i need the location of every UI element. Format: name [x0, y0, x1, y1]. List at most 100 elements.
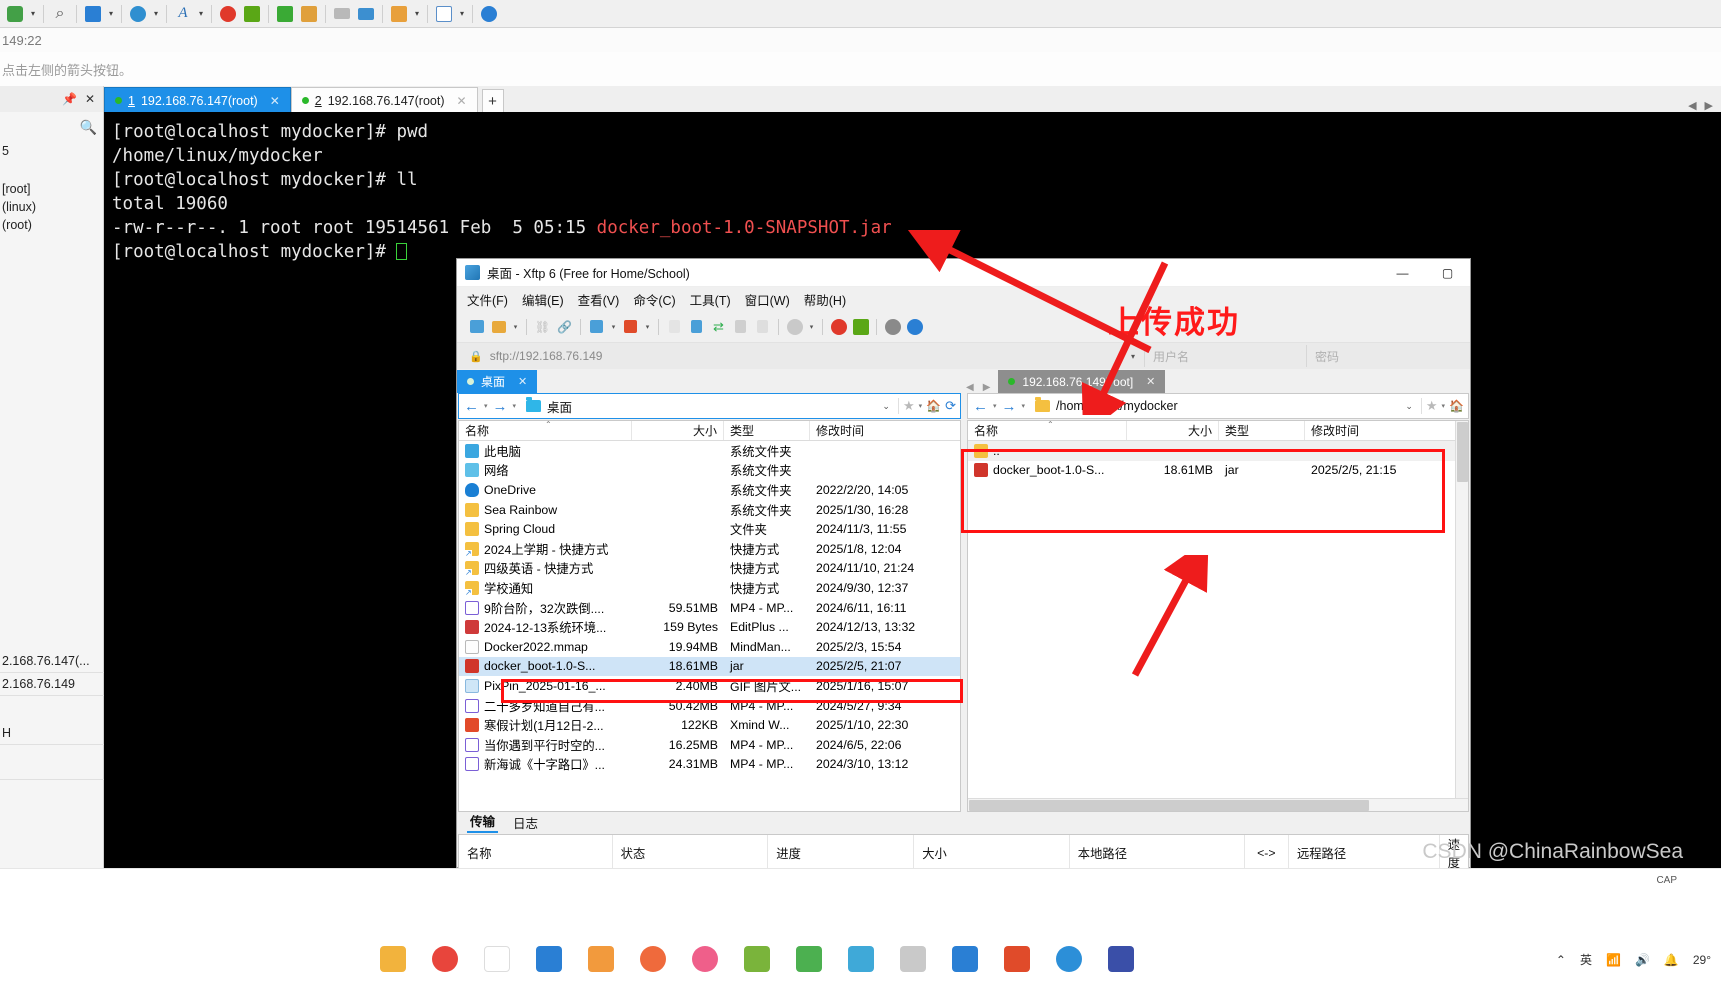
chevron-down-icon[interactable]: ⌄: [882, 401, 894, 412]
split-layout-icon[interactable]: [82, 3, 104, 25]
forward-arrow-icon[interactable]: →: [492, 398, 509, 415]
remote-vertical-scrollbar[interactable]: [1455, 421, 1468, 798]
keyboard-icon[interactable]: [331, 3, 353, 25]
local-tab-desktop[interactable]: 桌面 ✕: [457, 370, 538, 393]
qq-icon[interactable]: [640, 946, 666, 972]
typora-icon[interactable]: [484, 946, 510, 972]
table-row[interactable]: Spring Cloud 文件夹 2024/11/3, 11:55: [459, 519, 960, 539]
speaker-icon[interactable]: 🔊: [1635, 953, 1650, 967]
table-row[interactable]: 网络 系统文件夹: [459, 461, 960, 481]
remote-horizontal-scrollbar[interactable]: [968, 798, 1468, 811]
spiral-icon[interactable]: [829, 317, 848, 336]
caret-down-icon[interactable]: ▾: [807, 323, 816, 331]
table-row[interactable]: 二十多岁知道自己有... 50.42MB MP4 - MP... 2024/5/27,…: [459, 696, 960, 716]
spiral-icon[interactable]: [217, 3, 239, 25]
terminal-tab-2[interactable]: 2 192.168.76.147(root) ✕: [290, 87, 478, 113]
search-icon[interactable]: 🔍: [80, 119, 97, 136]
font-icon[interactable]: A: [172, 3, 194, 25]
photos-icon[interactable]: [588, 946, 614, 972]
scroll-left-icon[interactable]: ◀: [1688, 99, 1696, 112]
circle-icon[interactable]: [785, 317, 804, 336]
caret-down-icon[interactable]: ▾: [484, 402, 488, 410]
new-window-icon[interactable]: [388, 3, 410, 25]
sidebar-item-3[interactable]: (root): [2, 216, 103, 234]
column-name[interactable]: 名称 ⌃: [459, 420, 632, 440]
menu-command[interactable]: 命令(C): [633, 290, 675, 309]
table-row[interactable]: 新海诚《十字路口》... 24.31MB MP4 - MP... 2024/3/10,…: [459, 755, 960, 775]
new-tab-button[interactable]: +: [481, 89, 504, 113]
sftp-url-input[interactable]: 🔒 sftp://192.168.76.149: [461, 345, 1122, 367]
caret-down-icon[interactable]: ▾: [643, 323, 652, 331]
favorite-star-icon[interactable]: ★: [1426, 398, 1438, 414]
edge-icon[interactable]: [1056, 946, 1082, 972]
wechat-icon[interactable]: [796, 946, 822, 972]
transfer-column-name[interactable]: 名称: [459, 835, 613, 871]
tab-transfer[interactable]: 传输: [467, 811, 499, 833]
pen-icon[interactable]: [355, 3, 377, 25]
local-path-input[interactable]: 桌面: [520, 397, 878, 416]
pin-icon[interactable]: 📌: [62, 92, 77, 106]
green-app-icon[interactable]: [851, 317, 870, 336]
column-size[interactable]: 大小: [1127, 421, 1219, 440]
table-row[interactable]: 9阶台阶，32次跌倒.... 59.51MB MP4 - MP... 2024/6/1…: [459, 598, 960, 618]
help-icon[interactable]: [905, 317, 924, 336]
caret-down-icon[interactable]: ▾: [609, 323, 618, 331]
caret-down-icon[interactable]: ▾: [28, 9, 38, 18]
table-row[interactable]: OneDrive 系统文件夹 2022/2/20, 14:05: [459, 480, 960, 500]
transfer-column-direction[interactable]: <->: [1245, 835, 1289, 871]
forward-arrow-icon[interactable]: →: [1001, 398, 1018, 415]
column-type[interactable]: 类型: [1219, 421, 1305, 440]
xftp-title-bar[interactable]: 桌面 - Xftp 6 (Free for Home/School) — ▢: [457, 259, 1470, 287]
remote-tab-scroll[interactable]: ◀ ▶: [966, 382, 990, 393]
chevron-down-icon[interactable]: ▾: [1124, 345, 1142, 367]
menu-tools[interactable]: 工具(T): [690, 290, 731, 309]
table-row[interactable]: 当你遇到平行时空的... 16.25MB MP4 - MP... 2024/6/5, …: [459, 735, 960, 755]
menu-file[interactable]: 文件(F): [467, 290, 508, 309]
table-row[interactable]: 寒假计划(1月12日-2... 122KB Xmind W... 2025/1/10,…: [459, 715, 960, 735]
bilibili-icon[interactable]: [692, 946, 718, 972]
sidebar-search[interactable]: 🔍: [0, 112, 103, 142]
column-name[interactable]: 名称 ⌃: [968, 420, 1127, 440]
close-icon[interactable]: ✕: [270, 94, 280, 108]
table-row[interactable]: PixPin_2025-01-16_... 2.40MB GIF 图片文... 202…: [459, 676, 960, 696]
home-folder-icon[interactable]: 🏠: [926, 399, 941, 413]
tray-expand-icon[interactable]: ⌃: [1556, 953, 1566, 967]
caret-down-icon[interactable]: ▾: [513, 402, 517, 410]
caret-down-icon[interactable]: ▾: [919, 402, 923, 410]
green-app-icon[interactable]: [241, 3, 263, 25]
disconnect-icon[interactable]: ⛓: [533, 317, 552, 336]
fullscreen-icon[interactable]: [274, 3, 296, 25]
menu-window[interactable]: 窗口(W): [745, 290, 790, 309]
caret-down-icon[interactable]: ▾: [1442, 402, 1446, 410]
sidebar-item-2[interactable]: (linux): [2, 198, 103, 216]
copy-icon[interactable]: [731, 317, 750, 336]
menu-view[interactable]: 查看(V): [578, 290, 620, 309]
caret-down-icon[interactable]: ▾: [993, 402, 997, 410]
table-row[interactable]: 学校通知 快捷方式 2024/9/30, 12:37: [459, 578, 960, 598]
lock-icon[interactable]: [298, 3, 320, 25]
sync-icon[interactable]: ⇄: [709, 317, 728, 336]
table-row[interactable]: docker_boot-1.0-S... 18.61MB jar 2025/2/5, …: [459, 656, 960, 677]
table-row[interactable]: ..: [968, 441, 1455, 461]
password-input[interactable]: 密码: [1306, 345, 1466, 367]
caret-down-icon[interactable]: ▾: [457, 9, 467, 18]
table-row[interactable]: 此电脑 系统文件夹: [459, 441, 960, 461]
navicat-icon[interactable]: [1108, 946, 1134, 972]
username-input[interactable]: 用户名: [1144, 345, 1304, 367]
column-size[interactable]: 大小: [632, 421, 724, 440]
sidebar-lower-item-0[interactable]: 2.168.76.147(...: [0, 650, 104, 673]
table-row[interactable]: 四级英语 - 快捷方式 快捷方式 2024/11/10, 21:24: [459, 559, 960, 579]
table-row[interactable]: docker_boot-1.0-S... 18.61MB jar 2025/2/5, …: [968, 461, 1455, 481]
remote-tab-session[interactable]: 192.168.76.149[root] ✕: [998, 370, 1166, 393]
table-row[interactable]: Sea Rainbow 系统文件夹 2025/1/30, 16:28: [459, 500, 960, 520]
column-type[interactable]: 类型: [724, 421, 810, 440]
minimize-button[interactable]: —: [1380, 259, 1425, 287]
link-icon[interactable]: 🔗: [555, 317, 574, 336]
file-transfer-icon[interactable]: [687, 317, 706, 336]
remote-path-input[interactable]: /home/linux/mydocker: [1029, 397, 1401, 413]
new-session-icon[interactable]: [587, 317, 606, 336]
new-folder-icon[interactable]: [467, 317, 486, 336]
favorite-star-icon[interactable]: ★: [903, 398, 915, 414]
table-row[interactable]: 2024上学期 - 快捷方式 快捷方式 2025/1/8, 12:04: [459, 539, 960, 559]
caret-down-icon[interactable]: ▾: [151, 9, 161, 18]
